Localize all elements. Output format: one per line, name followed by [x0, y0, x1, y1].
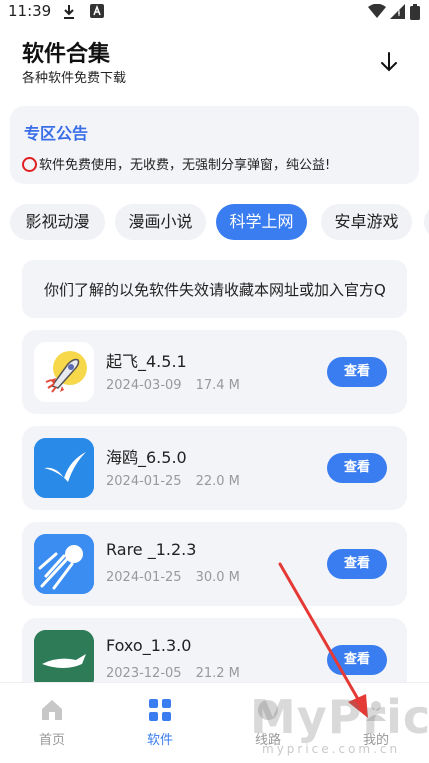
app-date: 2024-01-25 [106, 474, 182, 489]
app-meta: 2024-03-09 17.4 M [106, 378, 240, 393]
app-meta: 2023-12-05 21.2 M [106, 666, 240, 681]
app-name: 海鸥_6.5.0 [106, 448, 187, 467]
announcement-card: 专区公告 软件免费使用，无收费，无强制分享弹窗，纯公益! [10, 106, 419, 184]
app-name: Foxo_1.3.0 [106, 636, 192, 655]
seagull-icon [34, 438, 94, 498]
watermark-url: myprice.com.cn [262, 742, 401, 756]
download-icon [64, 5, 74, 19]
view-button[interactable]: 查看 [327, 453, 387, 483]
app-meta: 2024-01-25 22.0 M [106, 474, 240, 489]
battery-icon [410, 4, 420, 20]
wifi-icon [368, 4, 386, 18]
app-size: 22.0 M [195, 474, 240, 489]
app-size: 21.2 M [195, 666, 240, 681]
app-date: 2024-01-25 [106, 570, 182, 585]
announcement-text: 软件免费使用，无收费，无强制分享弹窗，纯公益! [39, 158, 331, 173]
page-subtitle: 各种软件免费下载 [22, 71, 127, 86]
app-card[interactable]: 起飞_4.5.1 2024-03-09 17.4 M 查看 [22, 330, 407, 414]
tab-category-2[interactable]: 漫画小说 [115, 204, 206, 240]
status-time: 11:39 [8, 2, 52, 20]
app-date: 2023-12-05 [106, 666, 182, 681]
fox-icon [34, 630, 94, 690]
grid-icon [149, 699, 171, 721]
nav-item-home[interactable]: 首页 [12, 697, 92, 748]
nav-label: 软件 [146, 733, 173, 748]
tab-category-1[interactable]: 影视动漫 [10, 204, 105, 240]
rocket-icon [34, 342, 94, 402]
scrolling-notice-text: 你们了解的以免软件失效请收藏本网址或加入官方Q [44, 281, 386, 299]
home-icon [42, 700, 62, 720]
tab-category-3[interactable]: 科学上网 [216, 204, 307, 240]
app-meta: 2024-01-25 30.0 M [106, 570, 240, 585]
red-circle-icon [22, 157, 37, 172]
app-size: 30.0 M [195, 570, 240, 585]
app-card[interactable]: 海鸥_6.5.0 2024-01-25 22.0 M 查看 [22, 426, 407, 510]
announcement-text-row: 软件免费使用，无收费，无强制分享弹窗，纯公益! [22, 154, 330, 173]
page-header: 软件合集 各种软件免费下载 [0, 30, 429, 90]
view-button[interactable]: 查看 [327, 357, 387, 387]
nav-item-software[interactable]: 软件 [120, 697, 200, 748]
notification-app-icon [90, 4, 104, 18]
app-name: 起飞_4.5.1 [106, 352, 187, 371]
app-date: 2024-03-09 [106, 378, 182, 393]
tab-category-more[interactable] [424, 204, 429, 240]
status-bar: 11:39 [0, 0, 429, 24]
tab-category-4[interactable]: 安卓游戏 [321, 204, 412, 240]
watermark-logo: MyPrice [250, 690, 429, 744]
comet-icon [34, 534, 94, 594]
category-tabs: 影视动漫 漫画小说 科学上网 安卓游戏 [10, 204, 429, 242]
announcement-title: 专区公告 [24, 124, 89, 143]
scrolling-notice: 你们了解的以免软件失效请收藏本网址或加入官方Q [22, 260, 407, 318]
page-title: 软件合集 [22, 42, 111, 67]
signal-icon [390, 4, 405, 19]
nav-label: 首页 [38, 733, 65, 748]
download-arrow-icon[interactable] [377, 50, 401, 74]
app-size: 17.4 M [195, 378, 240, 393]
app-name: Rare _1.2.3 [106, 540, 197, 559]
